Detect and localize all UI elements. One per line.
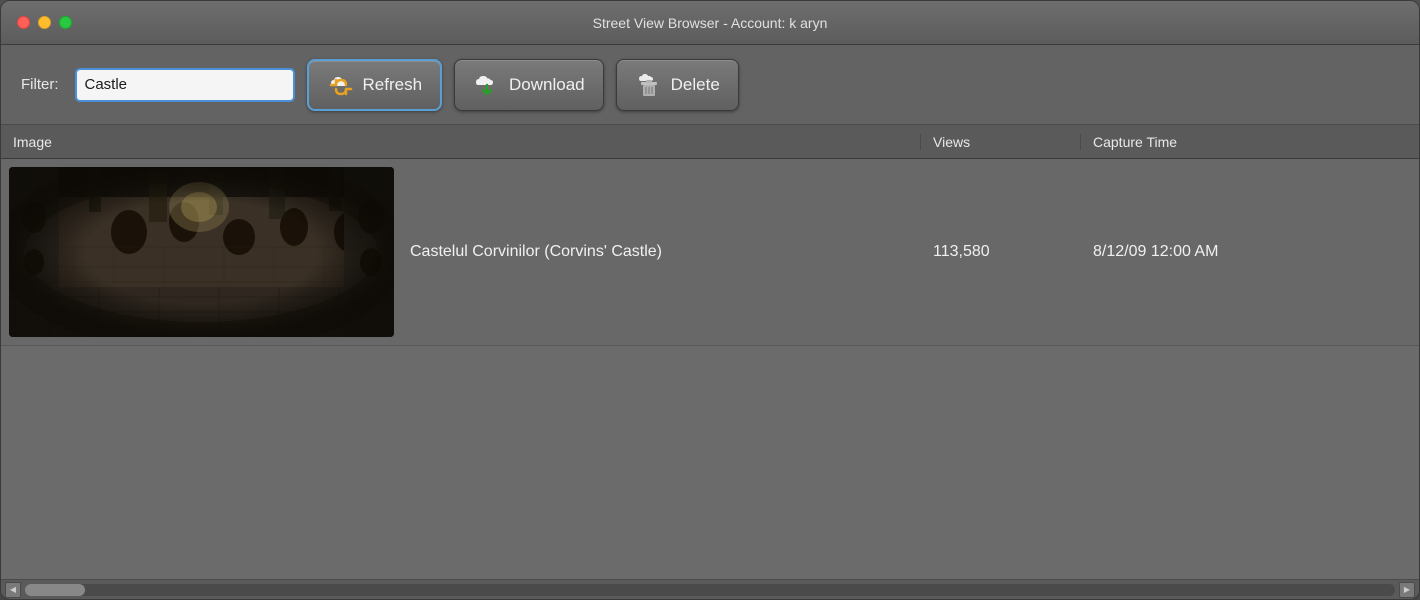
- table-row[interactable]: Castelul Corvinilor (Corvins' Castle) 11…: [1, 159, 1419, 346]
- scroll-right-arrow[interactable]: ▶: [1399, 582, 1415, 598]
- refresh-label: Refresh: [363, 75, 423, 95]
- capture-time-cell: 8/12/09 12:00 AM: [1081, 235, 1419, 269]
- horizontal-scrollbar[interactable]: ◀ ▶: [1, 579, 1419, 599]
- content-area: Image Views Capture Time: [1, 125, 1419, 599]
- download-button[interactable]: Download: [454, 59, 604, 111]
- table-header: Image Views Capture Time: [1, 125, 1419, 159]
- window-title: Street View Browser - Account: k aryn: [593, 15, 828, 31]
- main-window: Street View Browser - Account: k aryn Fi…: [0, 0, 1420, 600]
- image-title: Castelul Corvinilor (Corvins' Castle): [410, 243, 662, 261]
- scroll-left-arrow[interactable]: ◀: [5, 582, 21, 598]
- header-image: Image: [1, 134, 921, 150]
- header-views: Views: [921, 134, 1081, 150]
- toolbar: Filter: Refresh: [1, 45, 1419, 125]
- table-body: Castelul Corvinilor (Corvins' Castle) 11…: [1, 159, 1419, 579]
- download-icon: [473, 71, 501, 99]
- minimize-button[interactable]: [38, 16, 51, 29]
- titlebar: Street View Browser - Account: k aryn: [1, 1, 1419, 45]
- views-cell: 113,580: [921, 235, 1081, 269]
- scroll-thumb[interactable]: [25, 584, 85, 596]
- trash-icon: [635, 71, 663, 99]
- traffic-lights: [17, 16, 72, 29]
- download-label: Download: [509, 75, 585, 95]
- delete-label: Delete: [671, 75, 720, 95]
- refresh-button[interactable]: Refresh: [307, 59, 443, 111]
- refresh-icon: [327, 71, 355, 99]
- scroll-track[interactable]: [25, 584, 1395, 596]
- panorama-thumbnail: [9, 167, 394, 337]
- filter-label: Filter:: [21, 76, 59, 93]
- image-cell: Castelul Corvinilor (Corvins' Castle): [1, 159, 921, 345]
- filter-input[interactable]: [75, 68, 295, 102]
- close-button[interactable]: [17, 16, 30, 29]
- header-capture-time: Capture Time: [1081, 134, 1419, 150]
- delete-button[interactable]: Delete: [616, 59, 739, 111]
- maximize-button[interactable]: [59, 16, 72, 29]
